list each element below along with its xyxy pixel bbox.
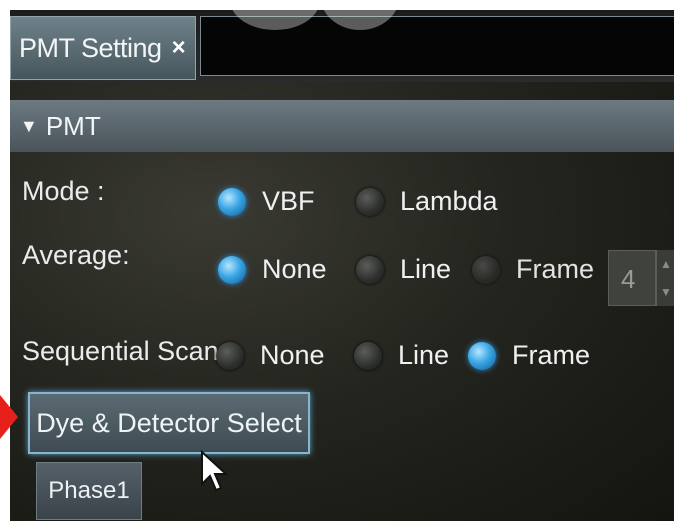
radio-unselected-icon[interactable] — [354, 341, 382, 370]
option-label: None — [262, 254, 327, 284]
mode-label: Mode : — [22, 176, 105, 206]
average-count-spinner[interactable]: 4 — [608, 250, 656, 306]
tab-bar: PMT Setting × — [10, 10, 674, 82]
option-label: Line — [400, 254, 452, 284]
radio-disabled-icon[interactable] — [472, 255, 500, 284]
close-icon[interactable]: × — [172, 34, 186, 62]
average-option-none[interactable]: None — [218, 254, 327, 285]
radio-unselected-icon[interactable] — [356, 255, 384, 284]
spinner-value: 4 — [621, 264, 636, 294]
mouse-pointer-icon — [201, 450, 228, 492]
mode-option-vbf[interactable]: VBF — [218, 186, 315, 217]
phase1-button[interactable]: Phase1 — [36, 462, 142, 520]
pmt-setting-window: PMT Setting × ▼ PMT Mode : VBF Lambda Av… — [10, 10, 674, 521]
sequential-scan-option-none[interactable]: None — [216, 340, 325, 371]
mode-option-lambda[interactable]: Lambda — [356, 186, 498, 217]
radio-unselected-icon[interactable] — [356, 187, 384, 216]
radio-selected-icon[interactable] — [468, 341, 496, 370]
radio-selected-icon[interactable] — [218, 187, 246, 216]
pmt-section-header[interactable]: ▼ PMT — [10, 100, 674, 152]
sequential-scan-option-frame[interactable]: Frame — [468, 340, 590, 371]
triangle-down-icon[interactable]: ▼ — [20, 116, 38, 137]
option-label: Frame — [516, 254, 595, 284]
spinner-arrows-icon[interactable]: ▲ ▼ — [656, 250, 674, 306]
sequential-scan-label: Sequential Scan — [22, 336, 219, 366]
option-label: None — [260, 340, 325, 370]
radio-selected-icon[interactable] — [218, 255, 246, 284]
red-arrow-marker-icon — [0, 395, 18, 439]
tab-bar-empty-area — [200, 16, 674, 76]
tab-pmt-setting[interactable]: PMT Setting × — [10, 16, 196, 80]
sequential-scan-option-line[interactable]: Line — [354, 340, 449, 371]
average-label: Average: — [22, 240, 130, 270]
option-label: VBF — [262, 186, 315, 216]
option-label: Line — [398, 340, 450, 370]
radio-unselected-icon[interactable] — [216, 341, 244, 370]
average-option-frame[interactable]: Frame — [472, 254, 594, 285]
dye-detector-select-button[interactable]: Dye & Detector Select — [28, 392, 310, 454]
option-label: Lambda — [400, 186, 498, 216]
option-label: Frame — [512, 340, 591, 370]
tab-title: PMT Setting — [19, 32, 162, 63]
section-title: PMT — [45, 110, 101, 141]
average-option-line[interactable]: Line — [356, 254, 451, 285]
